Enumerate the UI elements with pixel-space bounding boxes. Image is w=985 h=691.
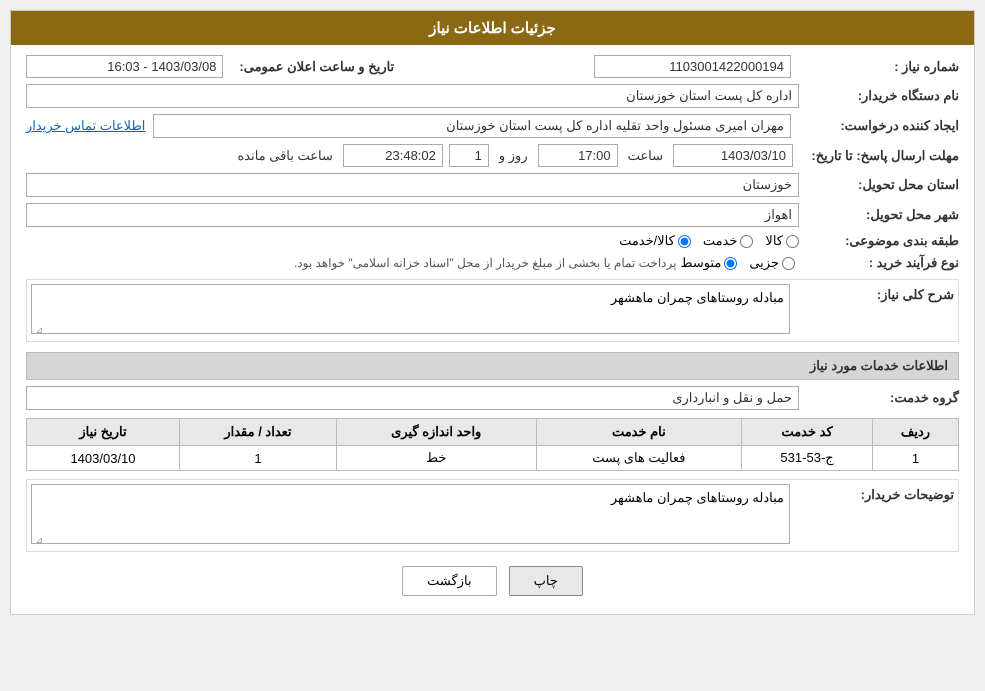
cell-radif: 1 xyxy=(873,446,959,471)
ijad-konande-value: مهران امیری مسئول واحد تقلیه اداره کل پس… xyxy=(153,114,791,138)
cell-tarikh: 1403/03/10 xyxy=(27,446,180,471)
mohlat-rooz-label: روز و xyxy=(495,145,532,167)
grooh-khedmat-value: حمل و نقل و انبارداری xyxy=(26,386,799,410)
tabaqe-khedmat-label: خدمت xyxy=(703,233,738,249)
tabaqe-kala-label: کالا xyxy=(765,233,783,249)
ijad-konande-label: ایجاد کننده درخواست: xyxy=(799,118,959,134)
cell-tedad: 1 xyxy=(179,446,336,471)
shomara-niaz-label: شماره نیاز : xyxy=(799,59,959,75)
service-section-title: اطلاعات خدمات مورد نیاز xyxy=(26,352,959,380)
buttons-row: چاپ بازگشت xyxy=(26,566,959,596)
nooe-mottavasset-label: متوسط xyxy=(680,255,721,271)
resize-icon: ⊿ xyxy=(33,325,43,335)
col-tarikh: تاریخ نیاز xyxy=(27,419,180,446)
ostan-value: خوزستان xyxy=(26,173,799,197)
tabaqe-radio-khedmat[interactable] xyxy=(740,235,753,248)
mohlat-saat-label: ساعت xyxy=(624,145,667,167)
tabaqe-label: طبقه بندی موضوعی: xyxy=(799,233,959,249)
shomara-niaz-value: 1103001422000194 xyxy=(594,55,791,78)
mohlat-label: مهلت ارسال پاسخ: تا تاریخ: xyxy=(799,148,959,164)
tabaqe-option-kala-khedmat[interactable]: کالا/خدمت xyxy=(619,233,691,249)
mohlat-baqi-value: 23:48:02 xyxy=(343,144,443,167)
shahr-label: شهر محل تحویل: xyxy=(799,207,959,223)
table-row: 1 ج-53-531 فعالیت های پست خط 1 1403/03/1… xyxy=(27,446,959,471)
page-title: جزئیات اطلاعات نیاز xyxy=(11,11,974,45)
nam-dastgah-value: اداره کل پست استان خوزستان xyxy=(26,84,799,108)
cell-kod-khedmat: ج-53-531 xyxy=(742,446,873,471)
shahr-value: اهواز xyxy=(26,203,799,227)
nam-dastgah-label: نام دستگاه خریدار: xyxy=(799,88,959,104)
print-button[interactable]: چاپ xyxy=(509,566,583,596)
nooe-jozi-radio[interactable] xyxy=(782,257,795,270)
mohlat-date-value: 1403/03/10 xyxy=(673,144,793,167)
announce-date-value: 1403/03/08 - 16:03 xyxy=(26,55,223,78)
cell-nam-khedmat: فعالیت های پست xyxy=(536,446,742,471)
tabaqe-option-khedmat[interactable]: خدمت xyxy=(703,233,754,249)
back-button[interactable]: بازگشت xyxy=(402,566,496,596)
tozihat-textarea[interactable] xyxy=(31,484,790,544)
col-nam-khedmat: نام خدمت xyxy=(536,419,742,446)
nooe-farayand-label: نوع فرآیند خرید : xyxy=(799,255,959,271)
announce-date-label: تاریخ و ساعت اعلان عمومی: xyxy=(231,59,394,75)
mohlat-baqi-label: ساعت باقی مانده xyxy=(233,145,336,167)
ostan-label: استان محل تحویل: xyxy=(799,177,959,193)
nooe-mottavasset-radio[interactable] xyxy=(724,257,737,270)
sharh-niaz-textarea[interactable] xyxy=(31,284,790,334)
services-table-container: ردیف کد خدمت نام خدمت واحد اندازه گیری ت… xyxy=(26,418,959,471)
col-vahed: واحد اندازه گیری xyxy=(336,419,536,446)
tabaqe-radio-kala-khedmat[interactable] xyxy=(678,235,691,248)
mohlat-rooz-value: 1 xyxy=(449,144,489,167)
col-radif: ردیف xyxy=(873,419,959,446)
col-kod-khedmat: کد خدمت xyxy=(742,419,873,446)
tabaqe-option-kala[interactable]: کالا xyxy=(765,233,799,249)
col-tedad: تعداد / مقدار xyxy=(179,419,336,446)
sharh-niaz-label: شرح کلی نیاز: xyxy=(794,284,954,306)
nooe-farayand-radio-group: جزیی متوسط xyxy=(680,255,795,271)
grooh-khedmat-label: گروه خدمت: xyxy=(799,390,959,406)
nooe-jozi-option[interactable]: جزیی xyxy=(749,255,795,271)
mohlat-saat-value: 17:00 xyxy=(538,144,618,167)
etela-tamas-link[interactable]: اطلاعات تماس خریدار xyxy=(26,118,145,134)
tabaqe-kala-khedmat-label: کالا/خدمت xyxy=(619,233,675,249)
tabaqe-radio-group: کالا خدمت کالا/خدمت xyxy=(619,233,799,249)
nooe-farayand-desc: پرداخت تمام یا بخشی از مبلغ خریدار از مح… xyxy=(294,256,677,270)
services-table: ردیف کد خدمت نام خدمت واحد اندازه گیری ت… xyxy=(26,418,959,471)
nooe-jozi-label: جزیی xyxy=(749,255,779,271)
resize-icon-2: ⊿ xyxy=(33,535,43,545)
cell-vahed: خط xyxy=(336,446,536,471)
nooe-mottavasset-option[interactable]: متوسط xyxy=(680,255,737,271)
tabaqe-radio-kala[interactable] xyxy=(786,235,799,248)
tozihat-label: توضیحات خریدار: xyxy=(794,484,954,506)
